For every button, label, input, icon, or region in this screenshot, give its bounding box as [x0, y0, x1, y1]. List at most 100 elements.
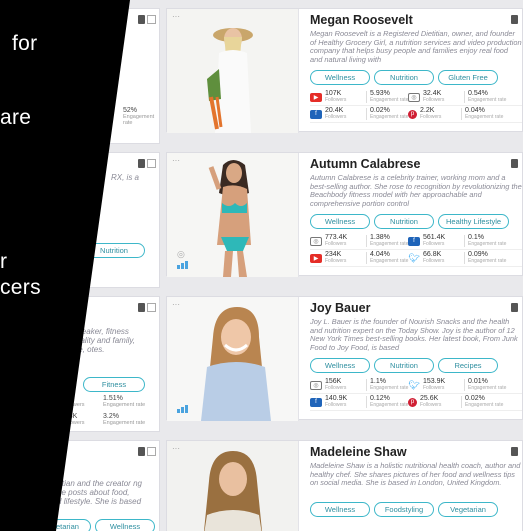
select-checkbox[interactable]: [147, 303, 156, 312]
delete-icon[interactable]: [138, 159, 145, 168]
influencer-card[interactable]: ··· Megan Roosevelt Megan Roosevelt is a…: [166, 8, 523, 133]
tag-pill[interactable]: Fitness: [83, 377, 145, 392]
influencer-name[interactable]: Joy Bauer: [310, 301, 522, 315]
influencer-bio: Joy L. Bauer is the founder of Nourish S…: [310, 318, 518, 352]
left-card-column: nto 52% Engagement rate RX, is a Nutritio…: [0, 0, 162, 531]
tag-pill[interactable]: Wellness: [95, 519, 155, 531]
delete-icon[interactable]: [138, 15, 145, 24]
influencer-card[interactable]: ··· Joy Bauer Joy L. Bauer is the founde…: [166, 296, 523, 421]
stat-value: 140.9K Followers: [325, 395, 348, 408]
influencer-photo: ··· ◎: [167, 153, 299, 277]
stat-value: 561.4K Followers: [423, 234, 446, 247]
influencer-bio: Autumn Calabrese is a celebrity trainer,…: [310, 174, 522, 208]
tag-pill[interactable]: Recipes: [438, 358, 498, 373]
influencer-card[interactable]: ··· ◎ Autumn Calabrese Autumn Calabrese …: [166, 152, 523, 277]
stat-value: 0.04% Engagement rate: [465, 107, 504, 120]
tag-list: Wellness Nutrition Gluten Free: [310, 67, 522, 85]
stat-value: 20.4K Followers: [325, 107, 347, 120]
tag-pill[interactable]: Nutrition: [374, 214, 434, 229]
stat-value: 32.4K Followers: [423, 90, 445, 103]
left-card-2[interactable]: RX, is a Nutrition: [0, 152, 160, 288]
stat-value: 0.09% Engagement rate: [468, 251, 507, 264]
influencer-bio: Megan Roosevelt is a Registered Dietitia…: [310, 30, 522, 64]
influencer-bio: Madeleine Shaw is a holistic nutritional…: [310, 462, 521, 487]
stat-value: 1.1% Engagement rate: [370, 378, 409, 391]
stat-value: 66.8K Followers: [423, 251, 445, 264]
delete-icon[interactable]: [511, 303, 518, 312]
left-card-stat: 133K Followers: [61, 413, 85, 426]
stat-value: 25.6K Followers: [420, 395, 442, 408]
influencer-photo: ···: [167, 297, 299, 421]
tag-pill[interactable]: Nutrition: [374, 70, 434, 85]
select-checkbox[interactable]: [147, 15, 156, 24]
pinterest-icon: p: [408, 397, 417, 407]
stat-value: 773.4K Followers: [325, 234, 348, 247]
tag-pill[interactable]: Gluten Free: [438, 70, 498, 85]
stat-value: 0.02% Engagement rate: [465, 395, 504, 408]
influencer-info: Joy Bauer Joy L. Bauer is the founder of…: [310, 301, 522, 411]
delete-icon[interactable]: [511, 15, 518, 24]
tag-pill[interactable]: Wellness: [310, 502, 370, 517]
left-card-3[interactable]: onal speaker, fitness personality and fa…: [0, 296, 160, 432]
tag-pill[interactable]: Healthy Lifestyle: [438, 214, 510, 229]
stat-value: 0.12% Engagement rate: [370, 395, 409, 408]
instagram-icon: ◎: [408, 92, 420, 102]
stats-row: ▶ 107K Followers 5.93% Engagement rate ◎ 3…: [310, 89, 522, 106]
stat-value: 234K Followers: [325, 251, 347, 264]
more-options-icon[interactable]: ···: [172, 156, 180, 165]
tag-pill[interactable]: Nutrition: [83, 243, 145, 258]
left-card-1[interactable]: nto 52% Engagement rate: [0, 8, 160, 144]
more-options-icon[interactable]: ···: [172, 444, 180, 453]
stat-value: 156K Followers: [325, 378, 347, 391]
select-checkbox[interactable]: [147, 159, 156, 168]
youtube-icon: ▶: [310, 92, 322, 102]
tag-pill[interactable]: Foodstyling: [374, 502, 434, 517]
influencer-name[interactable]: Madeleine Shaw: [310, 445, 522, 459]
left-card-stat: 1.51% Engagement rate: [103, 395, 146, 408]
stat-value: 0.02% Engagement rate: [370, 107, 409, 120]
left-card-bio: nto: [53, 63, 65, 72]
influencer-photo: ···: [167, 9, 299, 133]
stat-value: 153.9K Followers: [423, 378, 446, 391]
stats-row: f 140.9K Followers 0.12% Engagement rate p…: [310, 394, 522, 411]
delete-icon[interactable]: [511, 447, 518, 456]
twitter-icon: 🐦︎: [408, 252, 420, 263]
stats-row: ◎ 156K Followers 1.1% Engagement rate 🐦︎ 1…: [310, 377, 522, 394]
tag-pill[interactable]: Wellness: [310, 358, 370, 373]
influencer-info: Megan Roosevelt Megan Roosevelt is a Reg…: [310, 13, 522, 123]
youtube-icon: ▶: [310, 253, 322, 263]
stats-row: f 20.4K Followers 0.02% Engagement rate p …: [310, 106, 522, 123]
tag-pill[interactable]: Vegetarian: [438, 502, 498, 517]
facebook-icon: f: [408, 236, 420, 246]
tag-pill[interactable]: Vegetarian: [31, 519, 91, 531]
tag-pill[interactable]: Wellness: [310, 214, 370, 229]
more-options-icon[interactable]: ···: [172, 12, 180, 21]
stat-value: 4.04% Engagement rate: [370, 251, 409, 264]
instagram-icon: ◎: [310, 380, 322, 390]
delete-icon[interactable]: [138, 303, 145, 312]
influencer-name[interactable]: Autumn Calabrese: [310, 157, 522, 171]
influencer-info: Autumn Calabrese Autumn Calabrese is a c…: [310, 157, 522, 267]
stats-row: ▶ 234K Followers 4.04% Engagement rate 🐦︎ …: [310, 250, 522, 267]
more-options-icon[interactable]: ···: [172, 300, 180, 309]
stats-table: ◎ 773.4K Followers 1.38% Engagement rate f…: [310, 233, 522, 267]
left-card-stat: 1M Followers: [61, 395, 85, 408]
left-card-stat: 3.2% Engagement rate: [103, 413, 146, 426]
influencer-card[interactable]: ··· Madeleine Shaw Madeleine Shaw is a h…: [166, 440, 523, 531]
stat-value: 0.1% Engagement rate: [468, 234, 507, 247]
select-checkbox[interactable]: [147, 447, 156, 456]
twitter-icon: 🐦︎: [408, 379, 420, 390]
delete-icon[interactable]: [138, 447, 145, 456]
left-card-4[interactable]: ered dietitian and the creator ng where …: [0, 440, 160, 531]
tag-pill[interactable]: Wellness: [310, 70, 370, 85]
left-card-stat: 52% Engagement rate: [123, 107, 155, 126]
influencer-name[interactable]: Megan Roosevelt: [310, 13, 522, 27]
delete-icon[interactable]: [511, 159, 518, 168]
left-card-bio: ered dietitian and the creator ng where …: [29, 479, 142, 506]
tag-list: Wellness Nutrition Healthy Lifestyle: [310, 211, 522, 229]
stats-row: ◎ 773.4K Followers 1.38% Engagement rate f…: [310, 233, 522, 250]
tag-pill[interactable]: Nutrition: [374, 358, 434, 373]
stat-value: 0.01% Engagement rate: [468, 378, 507, 391]
pinterest-icon: p: [408, 109, 417, 119]
influencer-photo: ···: [167, 441, 299, 531]
